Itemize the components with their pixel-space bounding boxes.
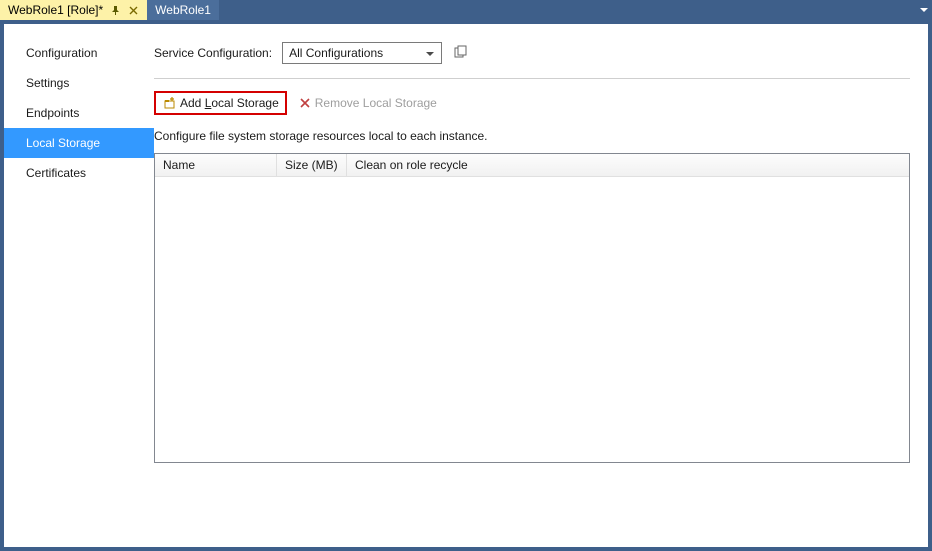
add-local-storage-label: Add Local Storage [180, 96, 279, 110]
tab-label: WebRole1 [155, 3, 211, 17]
sidebar-item-endpoints[interactable]: Endpoints [4, 98, 154, 128]
tabstrip-spacer [219, 0, 916, 20]
service-configuration-label: Service Configuration: [154, 46, 272, 60]
remove-local-storage-button: Remove Local Storage [295, 94, 441, 112]
sidebar: Configuration Settings Endpoints Local S… [4, 38, 154, 529]
add-icon [162, 96, 176, 110]
separator [154, 78, 910, 79]
delete-icon [299, 97, 311, 109]
tabstrip-dropdown-icon[interactable] [916, 0, 932, 20]
service-configuration-value: All Configurations [289, 46, 383, 60]
pin-icon[interactable] [109, 4, 121, 16]
tab-label: WebRole1 [Role]* [8, 3, 103, 17]
manage-configurations-icon[interactable] [452, 44, 470, 62]
service-configuration-select[interactable]: All Configurations [282, 42, 442, 64]
grid-column-clean[interactable]: Clean on role recycle [347, 154, 909, 176]
local-storage-toolbar: Add Local Storage Remove Local Storage [154, 91, 910, 115]
sidebar-item-label: Settings [26, 76, 69, 90]
app-window: WebRole1 [Role]* WebRole1 Configuration … [0, 0, 932, 551]
sidebar-item-local-storage[interactable]: Local Storage [4, 128, 154, 158]
local-storage-grid[interactable]: Name Size (MB) Clean on role recycle [154, 153, 910, 463]
panel-description: Configure file system storage resources … [154, 129, 910, 143]
document-tabstrip: WebRole1 [Role]* WebRole1 [0, 0, 932, 20]
add-local-storage-highlight: Add Local Storage [154, 91, 287, 115]
sidebar-item-certificates[interactable]: Certificates [4, 158, 154, 188]
add-local-storage-button[interactable]: Add Local Storage [158, 94, 283, 112]
sidebar-item-label: Local Storage [26, 136, 100, 150]
close-icon[interactable] [127, 4, 139, 16]
sidebar-item-label: Configuration [26, 46, 97, 60]
sidebar-item-configuration[interactable]: Configuration [4, 38, 154, 68]
sidebar-item-label: Endpoints [26, 106, 79, 120]
tab-webrole1[interactable]: WebRole1 [147, 0, 219, 20]
grid-column-name[interactable]: Name [155, 154, 277, 176]
main-panel: Service Configuration: All Configuration… [154, 38, 910, 529]
chevron-down-icon [423, 47, 437, 61]
grid-column-label: Size (MB) [285, 158, 338, 172]
editor-client-area: Configuration Settings Endpoints Local S… [0, 20, 932, 551]
tab-webrole1-role[interactable]: WebRole1 [Role]* [0, 0, 147, 20]
grid-column-size[interactable]: Size (MB) [277, 154, 347, 176]
grid-header: Name Size (MB) Clean on role recycle [155, 154, 909, 177]
remove-local-storage-label: Remove Local Storage [315, 96, 437, 110]
sidebar-item-settings[interactable]: Settings [4, 68, 154, 98]
sidebar-item-label: Certificates [26, 166, 86, 180]
grid-column-label: Clean on role recycle [355, 158, 468, 172]
grid-column-label: Name [163, 158, 195, 172]
service-configuration-row: Service Configuration: All Configuration… [154, 38, 910, 68]
